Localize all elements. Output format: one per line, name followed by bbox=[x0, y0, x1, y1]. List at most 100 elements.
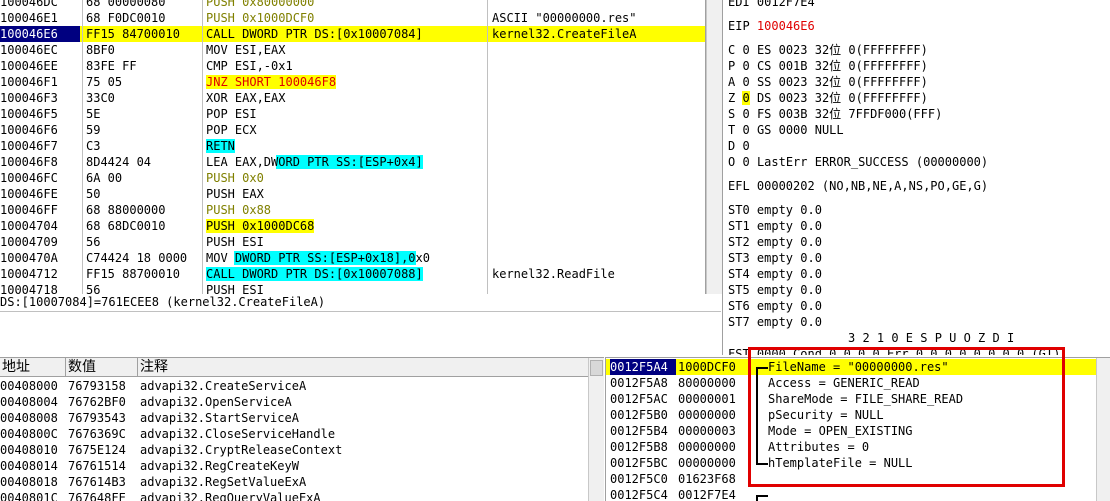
eip-register: EIP 100046E6 bbox=[728, 18, 1110, 34]
disasm-row[interactable]: 1000470A C74424 18 0000 MOV DWORD PTR SS:[… bbox=[0, 250, 705, 266]
flag-value[interactable]: 0 bbox=[742, 107, 749, 121]
disasm-address: 10004712 bbox=[0, 267, 58, 281]
disasm-row[interactable]: 100046F8 8D4424 04 LEA EAX,DWORD PTR SS:[E… bbox=[0, 154, 705, 170]
flag-row[interactable]: S 0 FS 003B 32位 7FFDF000(FFF) bbox=[728, 106, 1110, 122]
disasm-row[interactable]: 100046EE 83FE FF CMP ESI,-0x1 bbox=[0, 58, 705, 74]
disasm-hex: C3 bbox=[86, 139, 101, 153]
stack-value: 0012F7E4 bbox=[678, 488, 736, 501]
dump-row[interactable]: 0040800C 7676369C advapi32.CloseServiceHan… bbox=[0, 426, 588, 442]
dump-scrollbar[interactable] bbox=[588, 358, 604, 501]
dump-row[interactable]: 00408000 76793158 advapi32.CreateServiceA bbox=[0, 378, 588, 394]
disasm-row[interactable]: 100046DC 68 00000080 PUSH 0x80000000 bbox=[0, 0, 705, 10]
dump-comment: advapi32.RegCreateKeyW bbox=[140, 459, 299, 473]
dump-row[interactable]: 00408014 76761514 advapi32.RegCreateKeyW bbox=[0, 458, 588, 474]
disasm-row[interactable]: 100046F6 59 POP ECX bbox=[0, 122, 705, 138]
dump-row[interactable]: 00408010 7675E124 advapi32.CryptReleaseCon… bbox=[0, 442, 588, 458]
disasm-row[interactable]: 100046F3 33C0 XOR EAX,EAX bbox=[0, 90, 705, 106]
disasm-instruction: PUSH 0x0 bbox=[206, 171, 264, 185]
disasm-row[interactable]: 100046EC 8BF0 MOV ESI,EAX bbox=[0, 42, 705, 58]
disasm-hex: 56 bbox=[86, 283, 101, 294]
stack-value: 00000003 bbox=[678, 424, 736, 438]
disasm-row[interactable]: 100046FE 50 PUSH EAX bbox=[0, 186, 705, 202]
disasm-hex: 50 bbox=[86, 187, 101, 201]
disasm-row[interactable]: 100046F1 75 05 JNZ SHORT 100046F8 bbox=[0, 74, 705, 90]
disasm-instruction: PUSH EAX bbox=[206, 187, 264, 201]
dump-address: 00408008 bbox=[0, 411, 58, 425]
flag-value[interactable]: 0 bbox=[742, 155, 749, 169]
stack-value: 80000000 bbox=[678, 376, 736, 390]
stack-value: 00000000 bbox=[678, 456, 736, 470]
annotation-box bbox=[748, 347, 1065, 487]
dump-row[interactable]: 00408008 76793543 advapi32.StartServiceA bbox=[0, 410, 588, 426]
disasm-row[interactable]: 100046E1 68 F0DC0010 PUSH 0x1000DCF0 ASCII … bbox=[0, 10, 705, 26]
disasm-instruction: CMP ESI,-0x1 bbox=[206, 59, 293, 73]
disasm-instruction: POP ECX bbox=[206, 123, 257, 137]
dump-scroll-thumb[interactable] bbox=[590, 360, 603, 376]
flag-value[interactable]: 0 bbox=[742, 91, 750, 105]
flag-row[interactable]: C 0 ES 0023 32位 0(FFFFFFFF) bbox=[728, 42, 1110, 58]
instruction-text: CALL DWORD PTR DS:[0x10007088] bbox=[206, 267, 423, 281]
jump-instruction: JNZ SHORT 100046F8 bbox=[206, 75, 337, 89]
disasm-row[interactable]: 10004709 56 PUSH ESI bbox=[0, 234, 705, 250]
disassembly-scrollbar[interactable] bbox=[706, 0, 722, 294]
flag-value[interactable]: 0 bbox=[742, 123, 749, 137]
disasm-row[interactable]: 10004704 68 68DC0010 PUSH 0x1000DC68 bbox=[0, 218, 705, 234]
flag-value[interactable]: 0 bbox=[742, 59, 749, 73]
disasm-instruction: PUSH 0x1000DCF0 bbox=[206, 11, 315, 25]
disasm-instruction: RETN bbox=[206, 138, 486, 154]
dump-row[interactable]: 0040801C 767648FE advapi32.RegQueryValueEx… bbox=[0, 490, 588, 501]
disasm-address: 100046E6 bbox=[0, 26, 80, 42]
stack-row[interactable]: 0012F5C4 0012F7E4 bbox=[606, 487, 1096, 501]
stack-address: 0012F5C4 bbox=[610, 488, 668, 501]
disasm-address: 100046DC bbox=[0, 0, 58, 9]
dump-row[interactable]: 00408004 76762BF0 advapi32.OpenServiceA bbox=[0, 394, 588, 410]
disasm-address: 10004704 bbox=[0, 219, 58, 233]
fpu-register[interactable]: ST4 empty 0.0 bbox=[728, 266, 1110, 282]
dump-row[interactable]: 00408018 767614B3 advapi32.RegSetValueExA bbox=[0, 474, 588, 490]
disasm-address: 100046F7 bbox=[0, 139, 58, 153]
dump-header-comment[interactable]: 注释 bbox=[138, 358, 591, 377]
registers-pane[interactable]: EDI 0012F7E4 EIP 100046E6 C 0 ES 0023 32… bbox=[722, 0, 1110, 355]
flag-row[interactable]: Z 0 DS 0023 32位 0(FFFFFFFF) bbox=[728, 90, 1110, 106]
dump-header-address[interactable]: 地址 bbox=[0, 358, 66, 377]
dump-comment: advapi32.StartServiceA bbox=[140, 411, 299, 425]
fpu-status-header: 3 2 1 0 E S P U O Z D I bbox=[848, 331, 1015, 345]
disassembly-pane[interactable]: 100046DC 68 00000080 PUSH 0x80000000 100046… bbox=[0, 0, 706, 294]
stack-scrollbar[interactable] bbox=[1096, 358, 1110, 501]
disasm-row[interactable]: 100046F7 C3 RETN bbox=[0, 138, 705, 154]
disasm-row[interactable]: 100046FC 6A 00 PUSH 0x0 bbox=[0, 170, 705, 186]
flag-value[interactable]: 0 bbox=[742, 43, 749, 57]
flag-value[interactable]: 0 bbox=[742, 139, 749, 153]
flag-row[interactable]: T 0 GS 0000 NULL bbox=[728, 122, 1110, 138]
segment-info: FS 003B 32位 7FFDF000(FFF) bbox=[756, 107, 943, 121]
fpu-register[interactable]: ST5 empty 0.0 bbox=[728, 282, 1110, 298]
flag-row[interactable]: D 0 bbox=[728, 138, 1110, 154]
flag-row[interactable]: P 0 CS 001B 32位 0(FFFFFFFF) bbox=[728, 58, 1110, 74]
fpu-register[interactable]: ST3 empty 0.0 bbox=[728, 250, 1110, 266]
fpu-register[interactable]: ST1 empty 0.0 bbox=[728, 218, 1110, 234]
disasm-comment: kernel32.ReadFile bbox=[492, 267, 615, 281]
flag-value[interactable]: 0 bbox=[742, 75, 749, 89]
fpu-register[interactable]: ST6 empty 0.0 bbox=[728, 298, 1110, 314]
disasm-row[interactable]: 10004712 FF15 88700010 CALL DWORD PTR DS:[… bbox=[0, 266, 705, 282]
fpu-register[interactable]: ST2 empty 0.0 bbox=[728, 234, 1110, 250]
stack-address: 0012F5B8 bbox=[610, 440, 668, 454]
dump-value: 76793158 bbox=[68, 379, 126, 393]
disasm-row[interactable]: 100046E6 FF15 84700010 CALL DWORD PTR DS:[… bbox=[0, 26, 705, 42]
eip-value: 100046E6 bbox=[756, 19, 815, 33]
fpu-register[interactable]: ST0 empty 0.0 bbox=[728, 202, 1110, 218]
disasm-comment: kernel32.CreateFileA bbox=[492, 26, 702, 42]
dump-header-value[interactable]: 数值 bbox=[66, 358, 138, 377]
disasm-row[interactable]: 100046FF 68 88000000 PUSH 0x88 bbox=[0, 202, 705, 218]
disasm-row[interactable]: 10004718 56 PUSH ESI bbox=[0, 282, 705, 294]
disasm-instruction: LEA EAX,DWORD PTR SS:[ESP+0x4] bbox=[206, 154, 486, 170]
disasm-hex: C74424 18 0000 bbox=[86, 251, 188, 265]
dump-pane[interactable]: 地址 数值 注释 00408000 76793158 advapi32.Create… bbox=[0, 357, 604, 501]
disasm-row[interactable]: 100046F5 5E POP ESI bbox=[0, 106, 705, 122]
disasm-instruction: CALL DWORD PTR DS:[0x10007084] bbox=[206, 26, 486, 42]
fpu-register[interactable]: ST7 empty 0.0 bbox=[728, 314, 1110, 330]
disasm-hex: 59 bbox=[86, 123, 101, 137]
flag-row[interactable]: A 0 SS 0023 32位 0(FFFFFFFF) bbox=[728, 74, 1110, 90]
flag-row[interactable]: O 0 LastErr ERROR_SUCCESS (00000000) bbox=[728, 154, 1110, 170]
disasm-hex: 68 F0DC0010 bbox=[86, 11, 166, 25]
